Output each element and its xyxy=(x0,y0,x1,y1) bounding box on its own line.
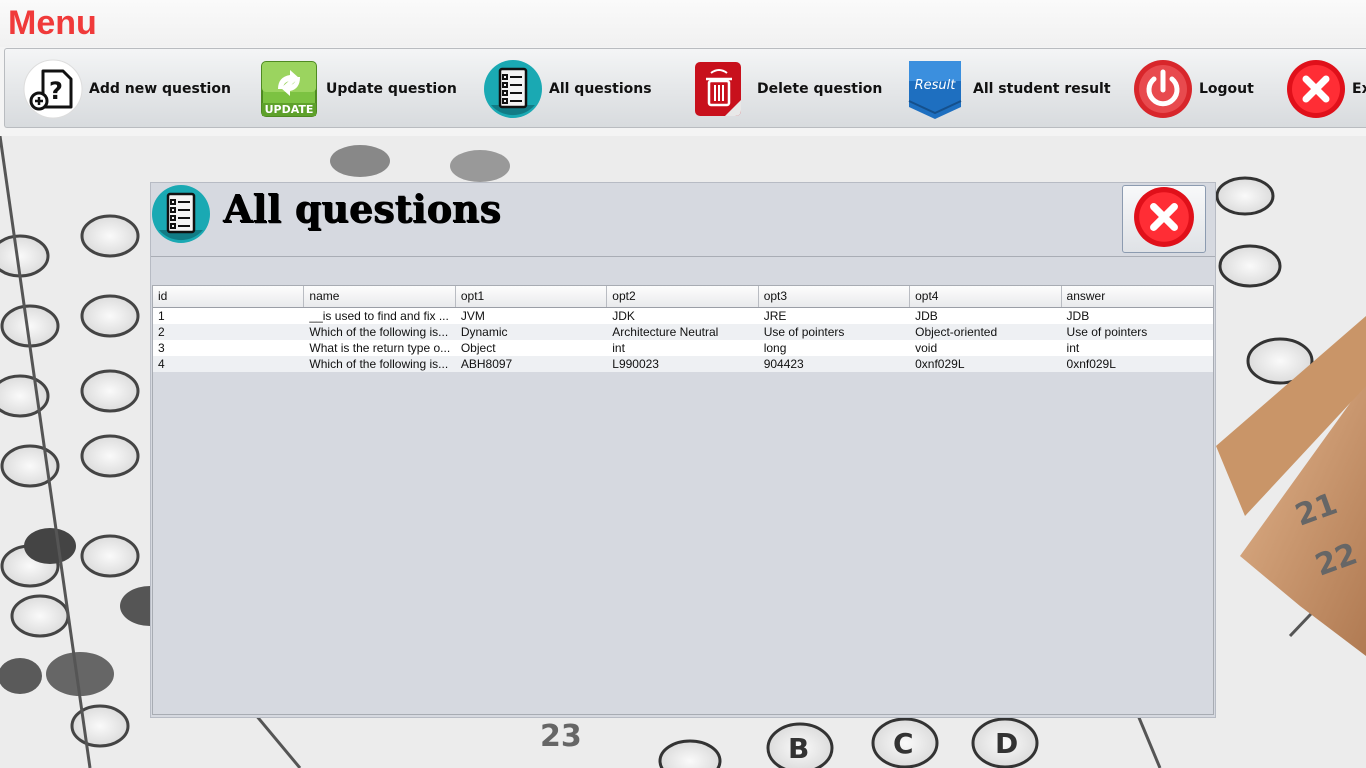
table-cell: long xyxy=(763,341,787,355)
questions-table: id name opt1 opt2 opt3 opt4 answer 1 __i… xyxy=(152,285,1214,715)
table-cell: 1 xyxy=(158,309,165,323)
logout-icon xyxy=(1133,59,1193,119)
table-cell: JRE xyxy=(763,309,787,323)
update-question-label: Update question xyxy=(326,81,457,97)
dialog-title: All questions xyxy=(223,186,501,231)
update-icon: UPDATE xyxy=(260,59,320,119)
table-cell: __is used to find and fix ... xyxy=(309,309,449,323)
exit-button[interactable]: Exit xyxy=(1286,49,1366,129)
table-cell: ABH8097 xyxy=(460,357,513,371)
logout-button[interactable]: Logout xyxy=(1133,49,1254,129)
all-questions-dialog: All questions id name opt1 opt2 opt3 opt… xyxy=(150,182,1216,718)
menu-title: Menu xyxy=(8,4,97,42)
all-questions-icon xyxy=(151,184,211,244)
svg-text:Result: Result xyxy=(915,78,957,93)
column-header-opt1[interactable]: opt1 xyxy=(456,286,608,307)
table-cell: int xyxy=(1066,341,1080,355)
table-cell: JDB xyxy=(1066,309,1090,323)
column-header-opt2[interactable]: opt2 xyxy=(607,286,759,307)
table-cell: Dynamic xyxy=(460,325,508,339)
exit-label: Exit xyxy=(1352,81,1366,97)
svg-text:23: 23 xyxy=(540,719,582,754)
table-cell: int xyxy=(612,341,625,355)
all-questions-icon xyxy=(483,59,543,119)
svg-text:UPDATE: UPDATE xyxy=(265,103,314,116)
table-cell: 3 xyxy=(158,341,165,355)
close-icon xyxy=(1133,186,1195,252)
column-header-answer[interactable]: answer xyxy=(1062,286,1213,307)
table-cell: What is the return type o... xyxy=(309,341,451,355)
svg-text:?: ? xyxy=(49,77,63,105)
table-cell: L990023 xyxy=(612,357,659,371)
table-cell: void xyxy=(915,341,938,355)
all-questions-label: All questions xyxy=(549,81,652,97)
delete-icon xyxy=(691,59,751,119)
table-cell: 904423 xyxy=(763,357,804,371)
column-header-id[interactable]: id xyxy=(153,286,305,307)
table-row[interactable]: 3 What is the return type o... Object in… xyxy=(153,340,1213,356)
table-cell: Object-oriented xyxy=(915,325,998,339)
svg-text:D: D xyxy=(995,727,1018,760)
table-cell: JDK xyxy=(612,309,635,323)
delete-question-button[interactable]: Delete question xyxy=(691,49,882,129)
svg-text:C: C xyxy=(893,727,914,760)
table-row[interactable]: 1 __is used to find and fix ... JVM JDK … xyxy=(153,308,1213,324)
table-cell: 0xnf029L xyxy=(1066,357,1116,371)
table-row[interactable]: 2 Which of the following is... Dynamic A… xyxy=(153,324,1213,340)
column-header-opt4[interactable]: opt4 xyxy=(910,286,1062,307)
table-row[interactable]: 4 Which of the following is... ABH8097 L… xyxy=(153,356,1213,372)
table-cell: Object xyxy=(460,341,496,355)
exit-icon xyxy=(1286,59,1346,119)
table-cell: 0xnf029L xyxy=(915,357,965,371)
column-header-name[interactable]: name xyxy=(304,286,456,307)
dialog-separator xyxy=(151,256,1215,257)
logout-label: Logout xyxy=(1199,81,1254,97)
all-student-result-label: All student result xyxy=(973,81,1111,97)
table-cell: JVM xyxy=(460,309,485,323)
all-questions-button[interactable]: All questions xyxy=(483,49,652,129)
toolbar: ? Add new question UPDATE Update questio… xyxy=(4,48,1366,128)
table-cell: 2 xyxy=(158,325,165,339)
update-question-button[interactable]: UPDATE Update question xyxy=(260,49,457,129)
table-cell: 4 xyxy=(158,357,165,371)
delete-question-label: Delete question xyxy=(757,81,883,97)
result-icon: Result xyxy=(905,59,965,119)
add-new-question-label: Add new question xyxy=(89,81,231,97)
close-dialog-button[interactable] xyxy=(1122,185,1206,253)
all-student-result-button[interactable]: Result All student result xyxy=(905,49,1111,129)
table-header: id name opt1 opt2 opt3 opt4 answer xyxy=(153,286,1213,308)
menu-bar: Menu xyxy=(0,0,1366,47)
table-cell: Which of the following is... xyxy=(309,325,449,339)
table-cell: Architecture Neutral xyxy=(612,325,719,339)
svg-text:B: B xyxy=(788,732,809,765)
add-new-question-button[interactable]: ? Add new question xyxy=(23,49,231,129)
table-cell: Use of pointers xyxy=(1066,325,1148,339)
column-header-opt3[interactable]: opt3 xyxy=(759,286,911,307)
table-cell: Use of pointers xyxy=(763,325,845,339)
table-cell: JDB xyxy=(915,309,938,323)
add-question-icon: ? xyxy=(23,59,83,119)
table-cell: Which of the following is... xyxy=(309,357,449,371)
